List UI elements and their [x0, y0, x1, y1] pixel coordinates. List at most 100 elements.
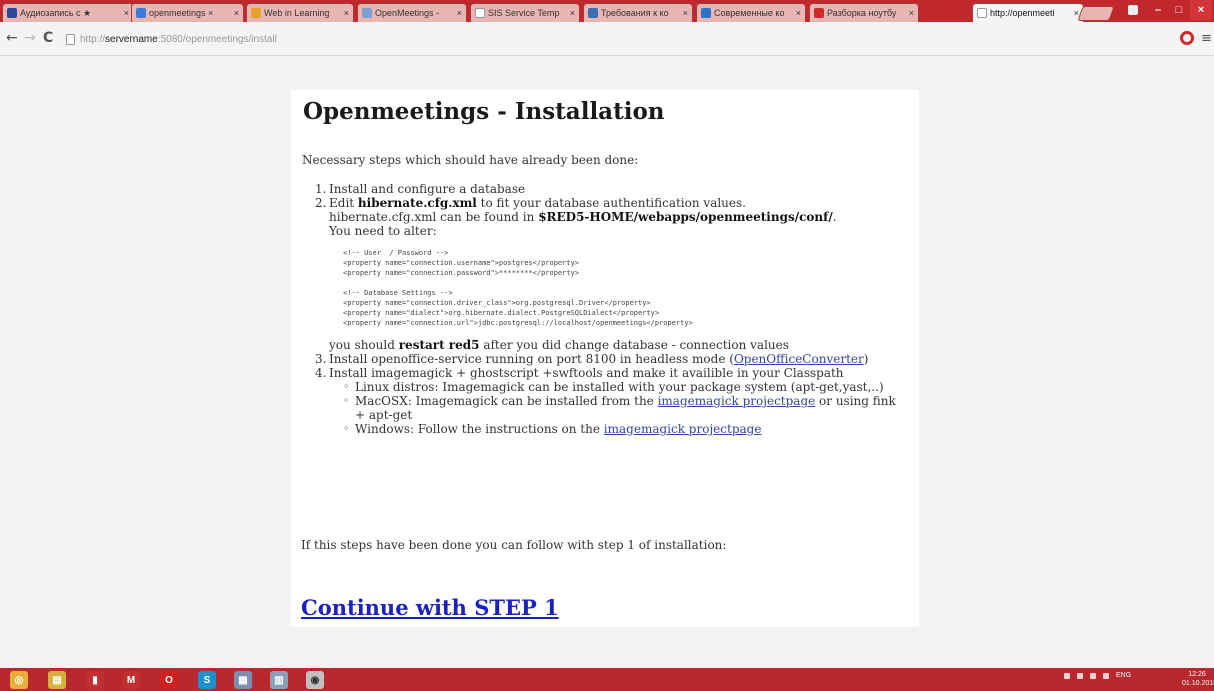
opera-extension-icon[interactable]	[1180, 31, 1194, 45]
tab-favicon-icon	[7, 8, 17, 18]
tray-arrow-icon[interactable]	[1064, 672, 1070, 679]
install-page: Openmeetings - Installation Necessary st…	[291, 90, 919, 627]
app-taskbar-icon[interactable]: ▦	[234, 671, 252, 689]
tab-close-icon[interactable]: ×	[796, 8, 801, 18]
platform-linux: Linux distros: Imagemagick can be instal…	[343, 380, 905, 394]
browser-tab[interactable]: OpenMeetings - ×	[357, 3, 467, 22]
windows-taskbar: ◎ ▤ ▮ M O S ▦ ▥ ◉ ENG 12:26 01.10.2015	[0, 668, 1214, 691]
config-path: $RED5-HOME/webapps/openmeetings/conf/	[538, 210, 833, 224]
mail-taskbar-icon[interactable]: M	[122, 671, 140, 689]
text: Install openoffice-service running on po…	[329, 352, 734, 366]
tab-label: Разборка ноутбу	[827, 8, 897, 18]
forward-arrow-icon[interactable]: →	[24, 30, 36, 46]
step-number: 2.	[315, 196, 327, 210]
step-number: 1.	[315, 182, 327, 196]
url-path: :5080/openmeetings/install	[157, 33, 277, 45]
text: hibernate.cfg.xml can be found in	[329, 210, 539, 224]
opera-taskbar-icon[interactable]: O	[160, 671, 178, 689]
restart-bold: restart red5	[398, 338, 480, 352]
page-title: Openmeetings - Installation	[303, 98, 665, 125]
tab-close-icon[interactable]: ×	[124, 8, 129, 18]
page-icon	[66, 33, 75, 45]
footer-note: If this steps have been done you can fol…	[301, 538, 727, 552]
step-4: 4. Install imagemagick + ghostscript +sw…	[315, 366, 905, 436]
step-2-line-2: hibernate.cfg.xml can be found in $RED5-…	[329, 210, 905, 224]
tab-close-icon[interactable]: ×	[344, 8, 349, 18]
tab-label: Web in Learning	[264, 8, 330, 18]
browser-tab[interactable]: openmeetings × ×	[131, 3, 244, 22]
tab-close-icon[interactable]: ×	[683, 8, 688, 18]
browser-tab[interactable]: Web in Learning ×	[246, 3, 354, 22]
tab-close-icon[interactable]: ×	[909, 8, 914, 18]
app-taskbar-icon[interactable]: ▥	[270, 671, 288, 689]
tab-label: Аудиозапись с ★	[20, 7, 92, 18]
close-window-button[interactable]: ×	[1190, 0, 1212, 20]
continue-step-1-link[interactable]: Continue with STEP 1	[301, 595, 559, 620]
app-taskbar-icon[interactable]: ◉	[306, 671, 324, 689]
tab-close-icon[interactable]: ×	[457, 8, 462, 18]
file-name: hibernate.cfg.xml	[357, 196, 477, 210]
url-host: servername	[105, 33, 158, 45]
back-arrow-icon[interactable]: ←	[6, 30, 18, 46]
imagemagick-link-mac[interactable]: imagemagick projectpage	[658, 394, 816, 408]
step-number: 4.	[315, 366, 327, 380]
browser-tab[interactable]: Современные ко ×	[696, 3, 806, 22]
step-2: 2. Edit hibernate.cfg.xml to fit your da…	[315, 196, 905, 352]
steps-list: 1. Install and configure a database 2. E…	[315, 182, 905, 436]
url-field[interactable]: http://servername:5080/openmeetings/inst…	[66, 28, 1166, 50]
language-indicator[interactable]: ENG	[1116, 672, 1131, 679]
chrome-taskbar-icon[interactable]: ◎	[10, 671, 28, 689]
tray-flag-icon[interactable]	[1077, 672, 1083, 679]
explorer-taskbar-icon[interactable]: ▤	[48, 671, 66, 689]
browser-tab[interactable]: Разборка ноутбу ×	[809, 3, 919, 22]
imagemagick-link-windows[interactable]: imagemagick projectpage	[604, 422, 762, 436]
minimize-button[interactable]: –	[1148, 0, 1168, 20]
reload-icon[interactable]: C	[43, 30, 53, 46]
skype-taskbar-icon[interactable]: S	[198, 671, 216, 689]
profile-icon[interactable]	[1124, 0, 1142, 20]
url-text: http://servername:5080/openmeetings/inst…	[80, 34, 277, 45]
tab-favicon-icon	[588, 8, 598, 18]
tab-favicon-icon	[475, 8, 485, 18]
browser-tab[interactable]: Требования к ко ×	[583, 3, 693, 22]
text: Windows: Follow the instructions on the	[355, 422, 604, 436]
browser-tab-active[interactable]: http://openmeeti ×	[972, 3, 1084, 22]
archive-taskbar-icon[interactable]: ▮	[86, 671, 104, 689]
address-bar: ← → C http://servername:5080/openmeeting…	[0, 22, 1214, 56]
text: MacOSX: Imagemagick can be installed fro…	[355, 394, 658, 408]
clock-date: 01.10.2015	[1182, 680, 1214, 687]
step-2-line-1: Edit hibernate.cfg.xml to fit your datab…	[329, 196, 905, 210]
openoffice-converter-link[interactable]: OpenOfficeConverter	[734, 352, 864, 366]
text: Edit	[329, 196, 358, 210]
step-text: Install imagemagick + ghostscript +swfto…	[329, 366, 844, 380]
step-1: 1. Install and configure a database	[315, 182, 905, 196]
platform-windows: Windows: Follow the instructions on the …	[343, 422, 905, 436]
browser-tab[interactable]: Аудиозапись с ★ ×	[2, 3, 134, 22]
tab-label: SIS Service Temp	[488, 8, 560, 18]
clock-time: 12:26	[1188, 671, 1206, 678]
menu-icon[interactable]: ≡	[1201, 31, 1212, 46]
tab-close-icon[interactable]: ×	[234, 8, 239, 18]
config-code-block: <!-- User / Password --> <property name=…	[343, 249, 693, 327]
text: )	[863, 352, 869, 366]
step-text: Install and configure a database	[329, 182, 526, 196]
tab-favicon-icon	[362, 8, 372, 18]
step-3: 3. Install openoffice-service running on…	[315, 352, 905, 366]
network-icon[interactable]	[1103, 672, 1109, 679]
tab-label: OpenMeetings -	[375, 8, 440, 18]
volume-icon[interactable]	[1090, 672, 1096, 679]
text: after you did change database - connecti…	[479, 338, 789, 352]
new-tab-button[interactable]	[1077, 6, 1115, 21]
system-tray: ENG	[1064, 672, 1131, 679]
browser-tab[interactable]: SIS Service Temp ×	[470, 3, 580, 22]
clock[interactable]: 12:26 01.10.2015	[1182, 670, 1214, 688]
intro-text: Necessary steps which should have alread…	[302, 153, 639, 167]
tab-label: openmeetings ×	[149, 8, 214, 18]
tab-label: Современные ко	[714, 8, 785, 18]
tab-favicon-icon	[251, 8, 261, 18]
maximize-button[interactable]: □	[1170, 0, 1188, 20]
text: .	[832, 210, 837, 224]
url-scheme: http://	[80, 33, 106, 45]
tab-close-icon[interactable]: ×	[570, 8, 575, 18]
tab-favicon-icon	[977, 8, 987, 18]
